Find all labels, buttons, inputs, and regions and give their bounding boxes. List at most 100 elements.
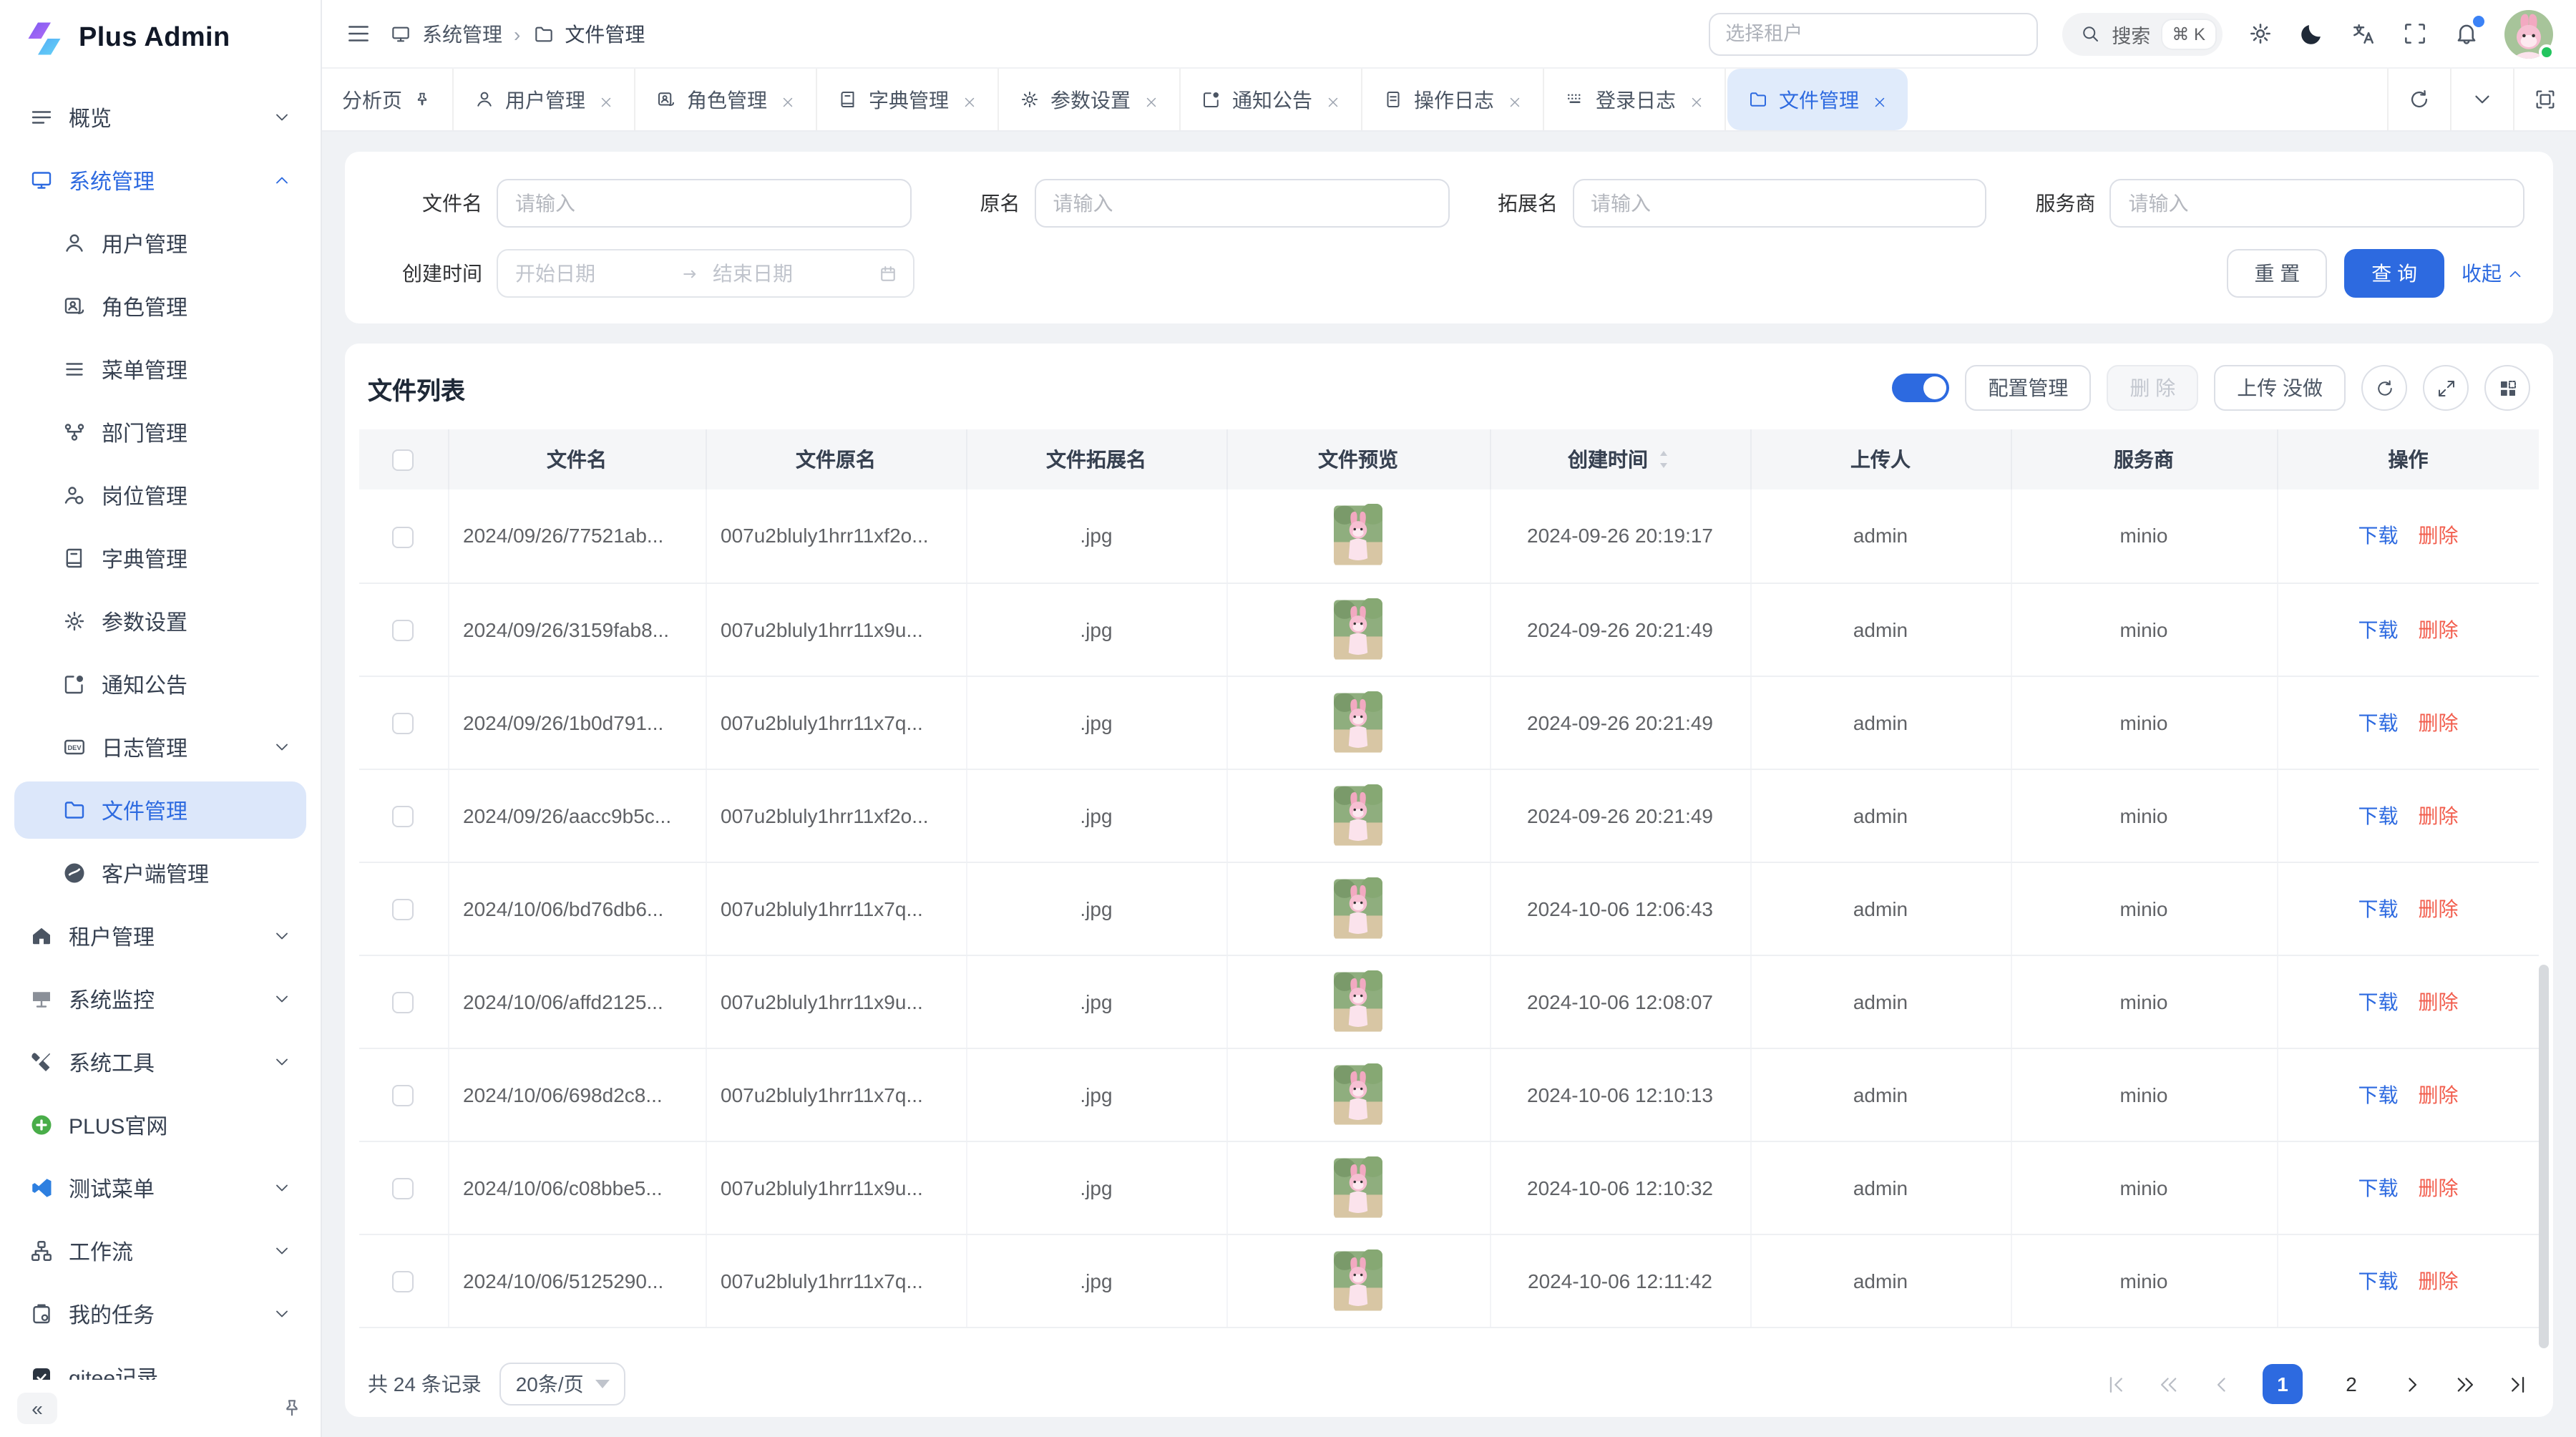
file-preview-image[interactable] (1334, 1063, 1382, 1126)
page-button-2[interactable]: 2 (2331, 1364, 2371, 1404)
delete-link[interactable]: 删除 (2419, 1176, 2459, 1199)
first-page-button[interactable] (2104, 1372, 2128, 1396)
file-preview-image[interactable] (1334, 1249, 1382, 1312)
row-checkbox[interactable] (393, 620, 414, 641)
provider-input[interactable] (2110, 179, 2525, 228)
sidebar-collapse-button[interactable]: « (17, 1393, 57, 1424)
file-name-input[interactable] (497, 179, 912, 228)
search-visibility-toggle[interactable] (1892, 374, 1949, 402)
tab-close-icon[interactable] (1872, 92, 1888, 107)
extension-input[interactable] (1572, 179, 1987, 228)
date-range-input[interactable]: 开始日期 结束日期 (497, 249, 914, 298)
row-checkbox[interactable] (393, 992, 414, 1013)
tab-1[interactable]: 用户管理 (454, 69, 635, 130)
download-link[interactable]: 下载 (2358, 897, 2399, 920)
original-name-input[interactable] (1035, 179, 1450, 228)
tab-5[interactable]: 通知公告 (1181, 69, 1362, 130)
dark-mode-icon[interactable] (2298, 20, 2326, 47)
delete-link[interactable]: 删除 (2419, 711, 2459, 734)
download-link[interactable]: 下载 (2358, 711, 2399, 734)
upload-button[interactable]: 上传 没做 (2214, 365, 2346, 411)
file-preview-image[interactable] (1334, 1156, 1382, 1219)
download-link[interactable]: 下载 (2358, 1176, 2399, 1199)
tab-close-icon[interactable] (962, 92, 977, 107)
fullscreen-icon[interactable] (2401, 20, 2429, 47)
sidebar-item-16[interactable]: PLUS官网 (14, 1096, 306, 1154)
expand-table-button[interactable] (2423, 365, 2469, 411)
row-checkbox[interactable] (393, 1085, 414, 1106)
tab-7[interactable]: 登录日志 (1544, 69, 1726, 130)
tabbar-refresh-button[interactable] (2387, 69, 2450, 130)
tab-4[interactable]: 参数设置 (999, 69, 1181, 130)
tab-6[interactable]: 操作日志 (1362, 69, 1544, 130)
file-preview-image[interactable] (1334, 505, 1382, 568)
tab-close-icon[interactable] (598, 92, 614, 107)
tab-2[interactable]: 角色管理 (635, 69, 817, 130)
tabbar-fsbox-button[interactable] (2513, 69, 2576, 130)
sidebar-item-11[interactable]: 文件管理 (14, 781, 306, 839)
collapse-filter-link[interactable]: 收起 (2462, 259, 2524, 288)
sidebar-item-20[interactable]: gitee记录 (14, 1348, 306, 1380)
sidebar-item-8[interactable]: 参数设置 (14, 593, 306, 650)
row-checkbox[interactable] (393, 1271, 414, 1292)
sidebar-item-2[interactable]: 用户管理 (14, 215, 306, 272)
tab-close-icon[interactable] (1143, 92, 1159, 107)
sidebar-item-14[interactable]: 系统监控 (14, 970, 306, 1028)
delete-button[interactable]: 删 除 (2107, 365, 2198, 411)
prev-group-button[interactable] (2157, 1372, 2181, 1396)
download-link[interactable]: 下载 (2358, 525, 2399, 547)
config-manage-button[interactable]: 配置管理 (1965, 365, 2091, 411)
sidebar-item-9[interactable]: 通知公告 (14, 656, 306, 713)
sidebar-item-7[interactable]: 字典管理 (14, 530, 306, 587)
sidebar-item-5[interactable]: 部门管理 (14, 404, 306, 461)
sidebar-item-19[interactable]: 我的任务 (14, 1285, 306, 1343)
global-search-button[interactable]: 搜索 ⌘ K (2062, 12, 2223, 55)
tab-close-icon[interactable] (1507, 92, 1523, 107)
file-preview-image[interactable] (1334, 598, 1382, 661)
table-scrollbar[interactable] (2539, 965, 2549, 1348)
tab-close-icon[interactable] (1689, 92, 1704, 107)
tab-0[interactable]: 分析页 (322, 69, 454, 130)
tab-close-icon[interactable] (780, 92, 796, 107)
tab-8[interactable]: 文件管理 (1727, 69, 1908, 130)
search-button[interactable]: 查 询 (2344, 249, 2444, 298)
notifications-icon[interactable] (2453, 20, 2480, 47)
delete-link[interactable]: 删除 (2419, 525, 2459, 547)
page-size-select[interactable]: 20条/页 (500, 1363, 625, 1406)
sidebar-item-4[interactable]: 菜单管理 (14, 341, 306, 398)
tab-close-icon[interactable] (1325, 92, 1341, 107)
file-preview-image[interactable] (1334, 691, 1382, 754)
sidebar-item-15[interactable]: 系统工具 (14, 1033, 306, 1091)
sidebar-item-6[interactable]: 岗位管理 (14, 467, 306, 524)
prev-page-button[interactable] (2210, 1372, 2234, 1396)
download-link[interactable]: 下载 (2358, 1083, 2399, 1106)
download-link[interactable]: 下载 (2358, 1269, 2399, 1292)
row-checkbox[interactable] (393, 1178, 414, 1199)
reset-button[interactable]: 重 置 (2227, 249, 2327, 298)
sidebar-item-17[interactable]: 测试菜单 (14, 1159, 306, 1217)
next-group-button[interactable] (2453, 1372, 2477, 1396)
sidebar-item-3[interactable]: 角色管理 (14, 278, 306, 335)
column-settings-button[interactable] (2484, 365, 2530, 411)
delete-link[interactable]: 删除 (2419, 990, 2459, 1013)
download-link[interactable]: 下载 (2358, 990, 2399, 1013)
sidebar-item-12[interactable]: 客户端管理 (14, 844, 306, 902)
breadcrumb-item[interactable]: 系统管理 (422, 19, 502, 48)
sidebar-item-10[interactable]: DEV日志管理 (14, 718, 306, 776)
file-preview-image[interactable] (1334, 970, 1382, 1033)
delete-link[interactable]: 删除 (2419, 1269, 2459, 1292)
download-link[interactable]: 下载 (2358, 618, 2399, 640)
avatar[interactable] (2504, 9, 2553, 58)
tab-3[interactable]: 字典管理 (817, 69, 999, 130)
next-page-button[interactable] (2400, 1372, 2424, 1396)
tenant-select-input[interactable] (1708, 12, 2037, 55)
sidebar-item-18[interactable]: 工作流 (14, 1222, 306, 1280)
col-created[interactable]: 创建时间 (1490, 429, 1750, 489)
row-checkbox[interactable] (393, 806, 414, 827)
row-checkbox[interactable] (393, 899, 414, 920)
delete-link[interactable]: 删除 (2419, 618, 2459, 640)
sidebar-item-1[interactable]: 系统管理 (14, 152, 306, 209)
delete-link[interactable]: 删除 (2419, 897, 2459, 920)
translate-icon[interactable] (2350, 20, 2377, 47)
file-preview-image[interactable] (1334, 877, 1382, 940)
